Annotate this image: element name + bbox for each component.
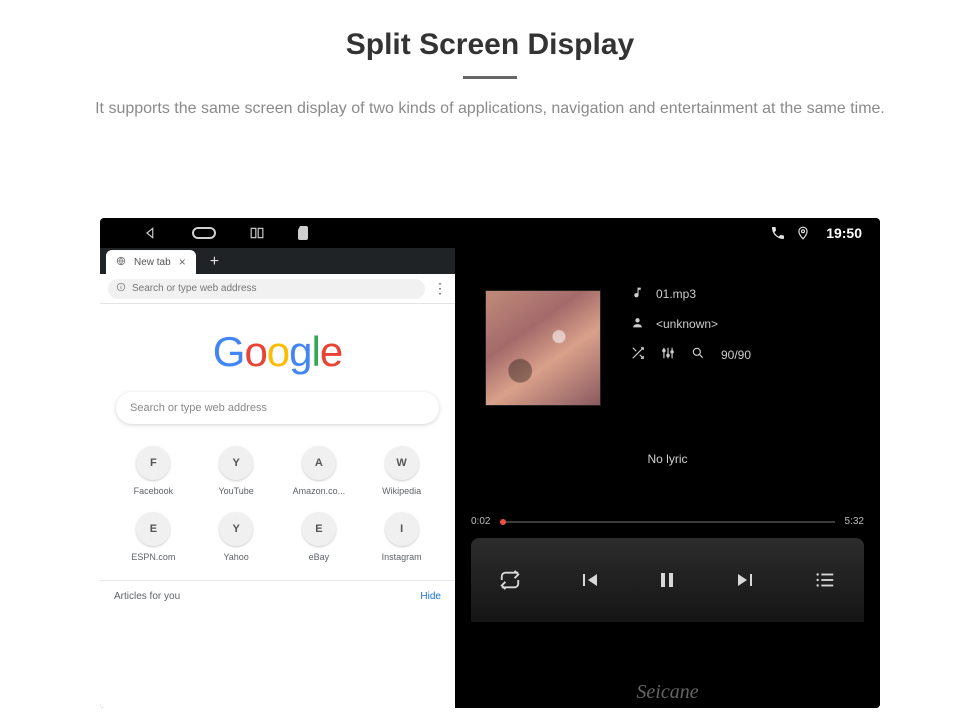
home-icon[interactable] [192,227,216,239]
shortcut-icon: I [385,512,419,546]
repeat-button[interactable] [490,560,530,600]
browser-pane: New tab × + Search or type web address ⋮… [100,248,455,708]
page-title: Split Screen Display [0,28,980,62]
play-pause-button[interactable] [647,560,687,600]
time-total: 5:32 [845,516,864,527]
music-note-icon [631,286,644,302]
omnibox-placeholder: Search or type web address [132,283,257,294]
shortcut-icon: E [136,512,170,546]
player-controls [471,538,864,622]
shortcut-icon: E [302,512,336,546]
page-subtitle: It supports the same screen display of t… [80,97,900,120]
shortcut-icon: Y [219,512,253,546]
recents-icon[interactable] [250,226,264,240]
shortcut-amazon[interactable]: A Amazon.co... [278,446,361,496]
shortcut-icon: W [385,446,419,480]
info-icon [116,282,126,295]
track-name-row: 01.mp3 [631,286,751,302]
shortcut-label: eBay [278,552,361,562]
globe-icon [116,256,126,269]
tab-strip: New tab × + [100,248,455,274]
artist-row: <unknown> [631,316,751,332]
playlist-button[interactable] [805,560,845,600]
tab-label: New tab [134,257,171,268]
shuffle-icon[interactable] [631,346,645,363]
time-current: 0:02 [471,516,490,527]
address-bar[interactable]: Search or type web address [108,279,425,299]
new-tab-button[interactable]: + [210,253,219,271]
equalizer-icon[interactable] [661,346,675,363]
artist-name: <unknown> [656,317,718,331]
shortcut-icon: Y [219,446,253,480]
shortcut-label: YouTube [195,486,278,496]
shortcut-label: ESPN.com [112,552,195,562]
title-underline [463,76,517,79]
status-clock: 19:50 [826,225,862,241]
shortcut-label: Yahoo [195,552,278,562]
shortcut-facebook[interactable]: F Facebook [112,446,195,496]
shortcut-label: Wikipedia [360,486,443,496]
shortcut-label: Instagram [360,552,443,562]
sd-card-icon [298,226,308,240]
shortcut-yahoo[interactable]: Y Yahoo [195,512,278,562]
omnibox-row: Search or type web address ⋮ [100,274,455,304]
shortcut-label: Amazon.co... [278,486,361,496]
shortcut-wikipedia[interactable]: W Wikipedia [360,446,443,496]
device-frame: 19:50 New tab × + Sear [100,218,880,708]
shortcut-label: Facebook [112,486,195,496]
articles-hide-link[interactable]: Hide [420,591,441,602]
search-icon[interactable] [691,346,705,363]
articles-label: Articles for you [114,591,180,602]
browser-tab[interactable]: New tab × [106,250,196,274]
progress-row: 0:02 5:32 [471,516,864,527]
progress-bar[interactable] [500,521,834,523]
shortcut-ebay[interactable]: E eBay [278,512,361,562]
player-mini-controls: 90/90 [631,346,751,363]
person-icon [631,316,644,332]
shortcut-instagram[interactable]: I Instagram [360,512,443,562]
shortcut-youtube[interactable]: Y YouTube [195,446,278,496]
shortcuts-grid: F Facebook Y YouTube A Amazon.co... W Wi… [112,446,443,562]
system-nav-bar: 19:50 [100,218,880,248]
google-logo: Google [213,328,342,376]
track-count: 90/90 [721,348,751,362]
track-meta: 01.mp3 <unknown> [631,286,751,377]
previous-button[interactable] [569,560,609,600]
articles-row: Articles for you Hide [100,580,455,612]
shortcut-icon: F [136,446,170,480]
search-input[interactable]: Search or type web address [116,392,439,424]
phone-icon[interactable] [770,225,786,241]
music-player-pane: 01.mp3 <unknown> [455,248,880,708]
location-icon[interactable] [796,225,810,241]
no-lyric-text: No lyric [455,452,880,466]
search-placeholder: Search or type web address [130,402,267,414]
shortcut-espn[interactable]: E ESPN.com [112,512,195,562]
album-art [485,290,601,406]
kebab-menu-icon[interactable]: ⋮ [433,280,447,297]
back-icon[interactable] [144,226,158,240]
shortcut-icon: A [302,446,336,480]
next-button[interactable] [726,560,766,600]
close-icon[interactable]: × [179,255,186,269]
watermark: Seicane [636,681,698,704]
track-name: 01.mp3 [656,287,696,301]
